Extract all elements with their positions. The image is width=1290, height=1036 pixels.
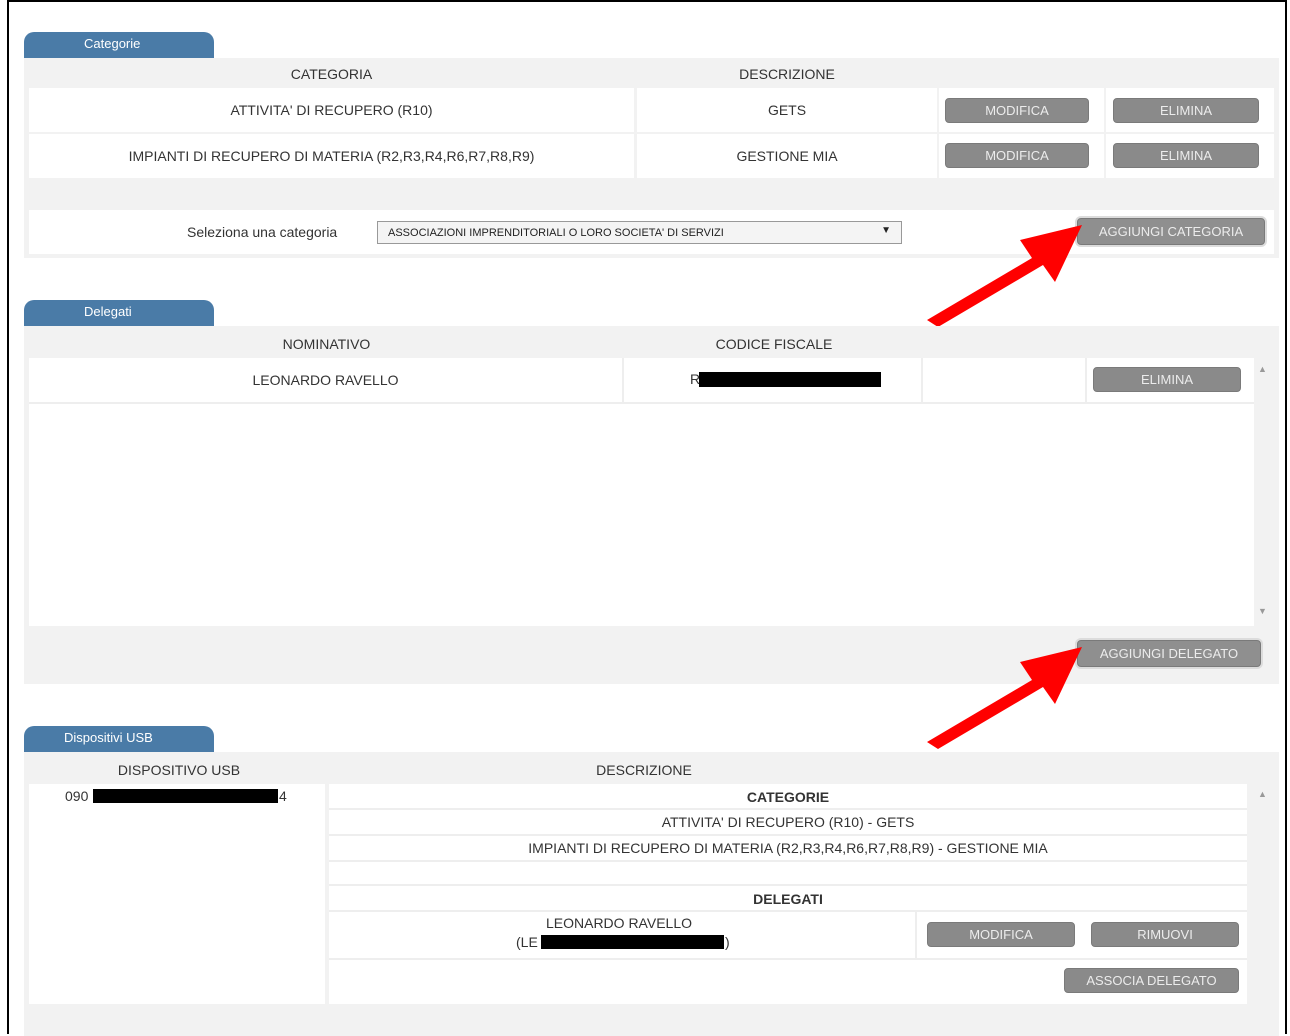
page-frame: Categorie CATEGORIA DESCRIZIONE ATTIVITA… <box>7 0 1287 1036</box>
col-codice-fiscale-header: CODICE FISCALE <box>715 336 833 352</box>
scroll-up-icon[interactable]: ▲ <box>1258 364 1267 374</box>
usb-delegato-code-suffix: ) <box>725 934 730 950</box>
associa-delegato-button[interactable]: ASSOCIA DELEGATO <box>1064 968 1239 993</box>
categorie-tab[interactable]: Categorie <box>24 32 214 58</box>
device-id-suffix: 4 <box>279 788 287 804</box>
categoria-cell: IMPIANTI DI RECUPERO DI MATERIA (R2,R3,R… <box>29 134 634 178</box>
usb-tab[interactable]: Dispositivi USB <box>24 726 214 752</box>
delegati-section-header: DELEGATI <box>753 891 823 907</box>
modifica-button[interactable]: MODIFICA <box>945 98 1089 123</box>
elimina-delegato-button[interactable]: ELIMINA <box>1093 367 1241 392</box>
delegati-tab[interactable]: Delegati <box>24 300 214 326</box>
modifica-usb-delegato-button[interactable]: MODIFICA <box>927 922 1075 947</box>
row-divider <box>329 910 1247 912</box>
row-divider <box>622 358 624 402</box>
descrizione-cell: GESTIONE MIA <box>637 134 937 178</box>
row-divider <box>329 958 1247 960</box>
usb-delegato-code-prefix: (LE <box>516 934 538 950</box>
elimina-button[interactable]: ELIMINA <box>1113 143 1259 168</box>
nominativo-cell: LEONARDO RAVELLO <box>29 358 622 402</box>
aggiungi-delegato-button[interactable]: AGGIUNGI DELEGATO <box>1077 640 1261 667</box>
row-divider <box>329 808 1247 810</box>
row-divider <box>1085 358 1087 402</box>
categoria-select[interactable]: ASSOCIAZIONI IMPRENDITORIALI O LORO SOCI… <box>377 221 902 244</box>
col-categoria-header: CATEGORIA <box>290 66 373 82</box>
redacted-device-id <box>93 789 278 803</box>
categorie-section-header: CATEGORIE <box>746 789 830 805</box>
col-descrizione-header: DESCRIZIONE <box>596 762 692 778</box>
delegati-tab-label: Delegati <box>84 304 132 319</box>
red-arrow-icon <box>927 647 1082 749</box>
redacted-delegato-code <box>541 935 724 949</box>
red-arrow-icon <box>927 225 1082 327</box>
col-dispositivo-header: DISPOSITIVO USB <box>117 762 241 778</box>
categoria-cell: ATTIVITA' DI RECUPERO (R10) <box>29 88 634 132</box>
row-divider <box>329 884 1247 886</box>
col-descrizione-header: DESCRIZIONE <box>739 66 835 82</box>
usb-delegato-name: LEONARDO RAVELLO <box>545 915 692 931</box>
redacted-codice-fiscale <box>699 372 881 387</box>
elimina-button[interactable]: ELIMINA <box>1113 98 1259 123</box>
select-label: Seleziona una categoria <box>187 224 338 240</box>
col-nominativo-header: NOMINATIVO <box>282 336 371 352</box>
device-id-prefix: 090 <box>65 788 89 804</box>
descrizione-cell: GETS <box>637 88 937 132</box>
row-divider <box>329 834 1247 836</box>
usb-categoria-item: ATTIVITA' DI RECUPERO (R10) - GETS <box>661 814 915 830</box>
aggiungi-categoria-button[interactable]: AGGIUNGI CATEGORIA <box>1077 218 1265 245</box>
scroll-down-icon[interactable]: ▼ <box>1258 606 1267 616</box>
rimuovi-usb-delegato-button[interactable]: RIMUOVI <box>1091 922 1239 947</box>
usb-tab-label: Dispositivi USB <box>64 730 153 745</box>
dispositivo-cell <box>29 784 325 1004</box>
categoria-select-value: ASSOCIAZIONI IMPRENDITORIALI O LORO SOCI… <box>388 226 724 239</box>
row-divider <box>329 860 1247 862</box>
row-divider <box>915 912 917 958</box>
usb-categoria-item: IMPIANTI DI RECUPERO DI MATERIA (R2,R3,R… <box>528 840 1048 856</box>
scroll-up-icon[interactable]: ▲ <box>1258 789 1267 799</box>
dropdown-arrow-icon: ▼ <box>881 225 891 236</box>
modifica-button[interactable]: MODIFICA <box>945 143 1089 168</box>
categorie-tab-label: Categorie <box>84 36 141 51</box>
row-divider <box>29 402 1254 404</box>
row-divider <box>921 358 923 402</box>
